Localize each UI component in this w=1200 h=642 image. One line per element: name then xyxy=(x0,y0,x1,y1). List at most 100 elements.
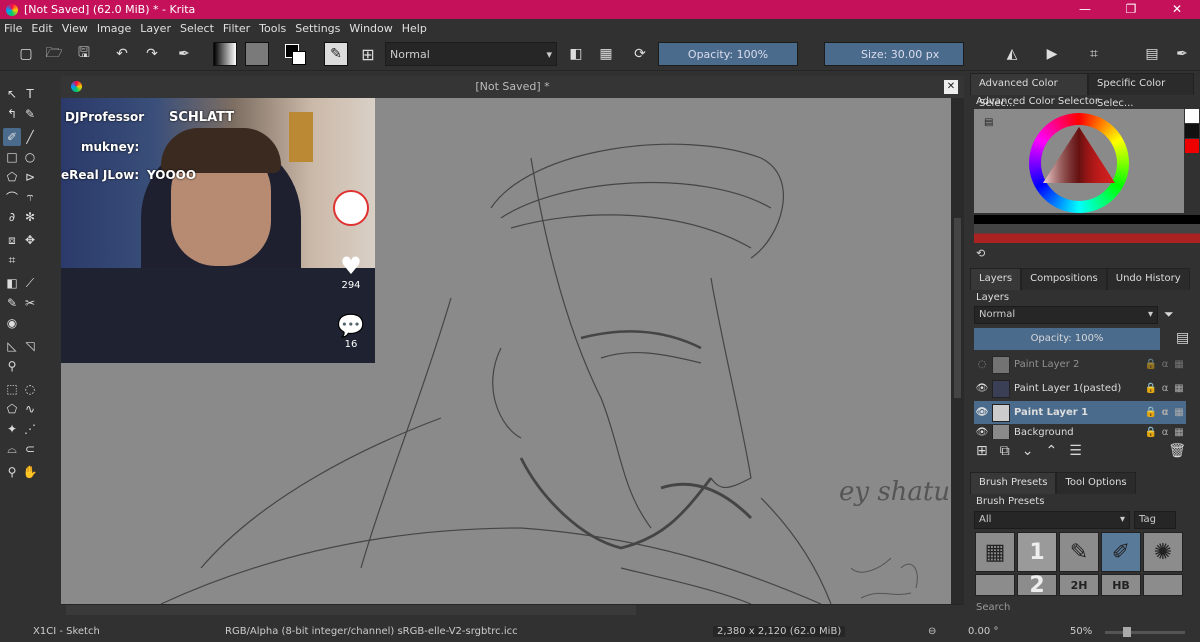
tab-brush-presets[interactable]: Brush Presets xyxy=(970,472,1057,494)
preset-tile[interactable]: ✐ xyxy=(1101,532,1141,572)
tab-compositions[interactable]: Compositions xyxy=(1021,268,1107,290)
status-color-space[interactable]: RGB/Alpha (8-bit integer/channel) sRGB-e… xyxy=(225,626,518,637)
brush-editor-icon[interactable]: ✒ xyxy=(172,42,196,66)
inherit-alpha-icon[interactable]: ▦ xyxy=(1172,427,1186,438)
horizontal-scrollbar[interactable] xyxy=(66,605,636,615)
layer-row[interactable]: 👁 Paint Layer 1(pasted) 🔒 α ▦ xyxy=(974,377,1186,400)
multibrush-icon[interactable]: ✻ xyxy=(21,208,39,226)
ellipse-select-icon[interactable]: ◌ xyxy=(21,380,39,398)
move-down-icon[interactable]: ⌄ xyxy=(1022,443,1034,459)
lock-icon[interactable]: 🔒 xyxy=(1144,359,1158,370)
preset-search-field[interactable]: Search xyxy=(976,602,1010,613)
dynamic-brush-icon[interactable]: ∂ xyxy=(3,208,21,226)
layer-blend-mode-select[interactable]: Normal ▾ xyxy=(974,306,1158,324)
save-icon[interactable]: 🖫 xyxy=(72,42,96,66)
similar-select-icon[interactable]: ⋰ xyxy=(21,420,39,438)
color-settings-icon[interactable]: ▤ xyxy=(984,117,993,128)
polyline-tool-icon[interactable]: ⊳ xyxy=(21,168,39,186)
hue-ring[interactable] xyxy=(1029,113,1129,213)
pan-tool-icon[interactable]: ✋ xyxy=(21,463,39,481)
preset-tile[interactable]: 2H xyxy=(1059,574,1099,596)
document-tab[interactable]: [Not Saved] * ✕ xyxy=(61,76,964,98)
move-up-icon[interactable]: ⌃ xyxy=(1045,443,1057,459)
visibility-hidden-icon[interactable]: ◌ xyxy=(974,359,990,370)
rect-select-icon[interactable]: ⬚ xyxy=(3,380,21,398)
layer-properties-icon[interactable]: ▤ xyxy=(1176,330,1189,346)
mirror-vertical-icon[interactable]: ▶ xyxy=(1040,42,1064,66)
menu-settings[interactable]: Settings xyxy=(295,22,340,35)
redo-icon[interactable]: ↷ xyxy=(140,42,164,66)
preset-tile[interactable]: ▦ xyxy=(975,532,1015,572)
status-rotation[interactable]: 0.00 ° xyxy=(968,626,998,637)
menu-file[interactable]: File xyxy=(4,22,22,35)
opacity-slider[interactable]: Opacity: 100% xyxy=(658,42,798,66)
visibility-icon[interactable]: 👁 xyxy=(974,383,990,394)
alpha-lock-icon[interactable]: ▦ xyxy=(594,42,618,66)
preset-tile[interactable]: 1 xyxy=(1017,532,1057,572)
drawing-canvas[interactable]: DJProfessor mukney: eReal JLow: YOOOO SC… xyxy=(61,98,951,604)
calligraphy-icon[interactable]: ✎ xyxy=(21,105,39,123)
assistant-tool-icon[interactable]: ◺ xyxy=(3,337,21,355)
duplicate-layer-icon[interactable]: ⧉ xyxy=(1000,443,1010,459)
menu-image[interactable]: Image xyxy=(97,22,131,35)
blend-mode-select[interactable]: Normal ▾ xyxy=(385,42,557,66)
zoom-slider[interactable] xyxy=(1105,627,1185,637)
layer-row[interactable]: 👁 Paint Layer 1 🔒 α ▦ xyxy=(974,401,1186,424)
visibility-icon[interactable]: 👁 xyxy=(974,427,990,438)
polygon-tool-icon[interactable]: ⬠ xyxy=(3,168,21,186)
alpha-icon[interactable]: α xyxy=(1158,383,1172,394)
menu-select[interactable]: Select xyxy=(180,22,214,35)
preset-tile[interactable] xyxy=(975,574,1015,596)
alpha-icon[interactable]: α xyxy=(1158,407,1172,418)
pattern-swatch[interactable] xyxy=(245,42,269,66)
layer-settings-icon[interactable]: ☰ xyxy=(1069,443,1082,459)
preset-filter-select[interactable]: All ▾ xyxy=(974,511,1130,529)
status-zoom[interactable]: 50% xyxy=(1070,626,1092,637)
add-layer-icon[interactable]: ⊞ xyxy=(976,443,988,459)
inherit-alpha-icon[interactable]: ▦ xyxy=(1172,359,1186,370)
ellipse-tool-icon[interactable]: ○ xyxy=(21,148,39,166)
lock-icon[interactable]: 🔒 xyxy=(1144,427,1158,438)
preset-tile[interactable]: ✺ xyxy=(1143,532,1183,572)
rectangle-tool-icon[interactable]: □ xyxy=(3,148,21,166)
brush-settings-icon[interactable]: ✒ xyxy=(1170,42,1194,66)
bezier-tool-icon[interactable]: ⌒ xyxy=(3,188,21,206)
magnetic-select-icon[interactable]: ⊂ xyxy=(21,440,39,458)
layer-row[interactable]: 👁 Background 🔒 α ▦ xyxy=(974,425,1186,439)
open-document-icon[interactable]: 🗁 xyxy=(42,42,66,66)
preset-tile[interactable]: HB xyxy=(1101,574,1141,596)
reload-preset-icon[interactable]: ⟳ xyxy=(628,42,652,66)
select-shapes-icon[interactable]: ↖ xyxy=(3,85,21,103)
docker-toggle-icon[interactable]: ▤ xyxy=(1140,42,1164,66)
preset-tile[interactable]: 2 xyxy=(1017,573,1057,598)
color-wheel-area[interactable]: ▤ xyxy=(974,109,1184,213)
refresh-icon[interactable]: ⟲ xyxy=(976,247,985,260)
preset-tile[interactable] xyxy=(1143,574,1183,596)
mirror-horizontal-icon[interactable]: ◭ xyxy=(1000,42,1024,66)
recent-color-black[interactable] xyxy=(1185,124,1199,138)
freehand-path-icon[interactable]: ⥾ xyxy=(21,188,39,206)
undo-icon[interactable]: ↶ xyxy=(110,42,134,66)
size-slider[interactable]: Size: 30.00 px xyxy=(824,42,964,66)
inherit-alpha-icon[interactable]: ▦ xyxy=(1172,407,1186,418)
alpha-icon[interactable]: α xyxy=(1158,427,1172,438)
line-tool-icon[interactable]: ╱ xyxy=(21,128,39,146)
colorize-mask-icon[interactable]: ✎ xyxy=(3,294,21,312)
visibility-icon[interactable]: 👁 xyxy=(974,407,990,418)
magic-wand-icon[interactable]: ✦ xyxy=(3,420,21,438)
menu-layer[interactable]: Layer xyxy=(140,22,171,35)
minimize-button[interactable]: — xyxy=(1062,0,1108,19)
color-picker-icon[interactable]: ⟋ xyxy=(21,274,39,292)
text-tool-icon[interactable]: T xyxy=(21,85,39,103)
fill-tool-icon[interactable]: ◉ xyxy=(3,314,21,332)
move-tool-icon[interactable]: ✥ xyxy=(21,231,39,249)
alpha-icon[interactable]: α xyxy=(1158,359,1172,370)
brush-preset-icon[interactable]: ✎ xyxy=(324,42,348,66)
delete-layer-icon[interactable]: 🗑 xyxy=(1168,443,1186,459)
close-document-icon[interactable]: ✕ xyxy=(944,80,958,94)
edit-shapes-icon[interactable]: ↰ xyxy=(3,105,21,123)
polygon-select-icon[interactable]: ⬠ xyxy=(3,400,21,418)
fg-bg-color-icon[interactable] xyxy=(283,42,307,66)
lock-icon[interactable]: 🔒 xyxy=(1144,407,1158,418)
transform-tool-icon[interactable]: ⧈ xyxy=(3,231,21,249)
